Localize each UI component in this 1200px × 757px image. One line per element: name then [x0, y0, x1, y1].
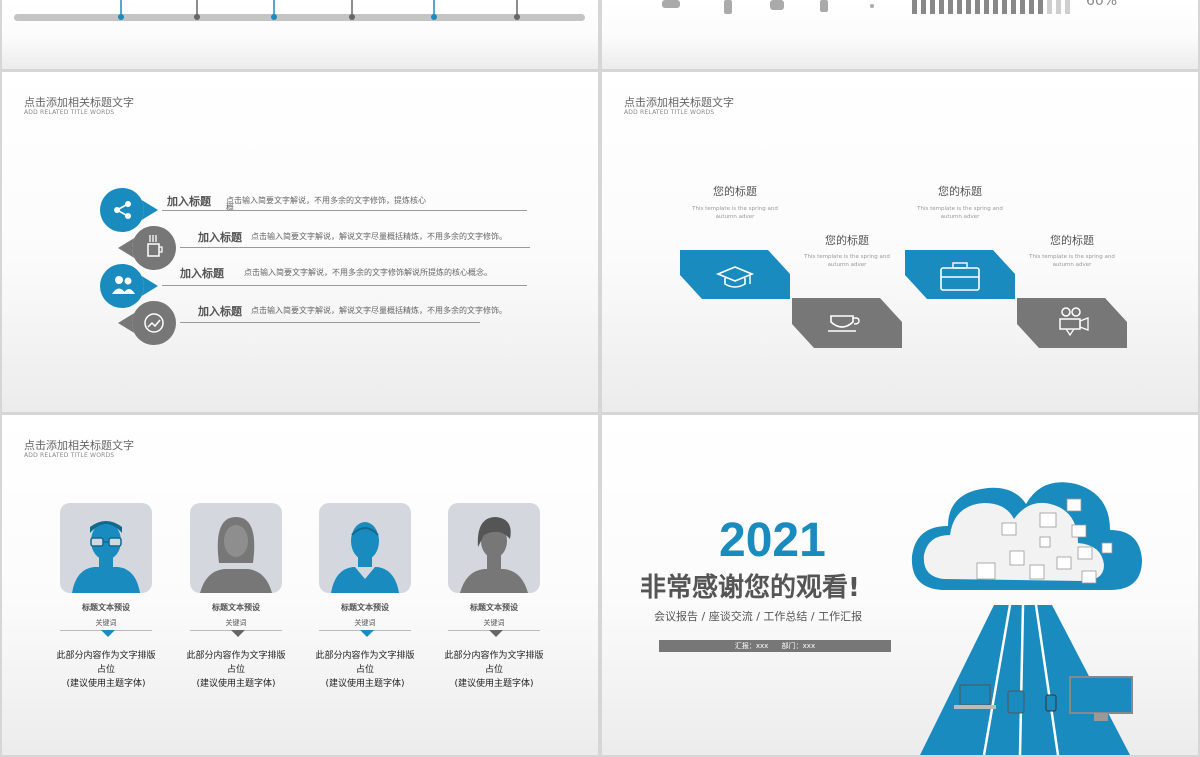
coffee-cup-icon — [792, 298, 902, 348]
avatar-card-1 — [60, 503, 152, 593]
person-1-body-1: 此部分内容作为文字排版 — [56, 651, 156, 661]
person-3-keyword: 关键词 — [354, 619, 376, 627]
projector-icon — [1017, 298, 1127, 348]
person-4-body-1: 此部分内容作为文字排版 — [444, 651, 544, 661]
briefcase-icon — [905, 250, 1015, 299]
chart-icon — [118, 301, 176, 345]
person-1-body-2: 占位 — [96, 665, 115, 675]
reporter-bar: 汇报：xxx 部门：xxx — [659, 640, 891, 652]
avatar-card-3 — [319, 503, 411, 593]
cup-icon — [118, 226, 176, 270]
male-avatar-icon — [331, 522, 399, 593]
person-2-body-2: 占位 — [226, 665, 245, 675]
percent-label: 60% — [1086, 0, 1118, 9]
person-1-keyword: 关键词 — [95, 619, 117, 627]
person-4-chevron-icon — [489, 630, 503, 637]
person-1-body-3: (建议使用主题字体) — [66, 679, 146, 689]
slide-people-chart-partial[interactable]: 60% — [602, 0, 1198, 69]
person-4-body-2: 占位 — [484, 665, 503, 675]
person-3-caption: 标题文本预设 — [341, 603, 389, 612]
person-1-caption: 标题文本预设 — [82, 603, 130, 612]
person-3-body-2: 占位 — [355, 665, 374, 675]
slide-four-items[interactable]: 点击添加相关标题文字 ADD RELATED TITLE WORDS 您的标题 … — [602, 72, 1198, 412]
person-3-body-1: 此部分内容作为文字排版 — [315, 651, 415, 661]
person-1-chevron-icon — [101, 630, 115, 637]
row-3-line — [162, 285, 527, 286]
row-2-title: 加入标题 — [198, 231, 242, 244]
slide-thanks[interactable]: 2021 非常感谢您的观看! 会议报告 / 座谈交流 / 工作总结 / 工作汇报… — [602, 415, 1198, 755]
row-1-desc: 点击输入简要文字解说，不用多余的文字修饰，提炼核心 — [226, 196, 426, 205]
person-2-body-1: 此部分内容作为文字排版 — [186, 651, 286, 661]
row-1-title: 加入标题 — [167, 195, 211, 208]
slide-list-with-icons[interactable]: 点击添加相关标题文字 ADD RELATED TITLE WORDS 加入标题 … — [2, 72, 598, 412]
person-4-body-3: (建议使用主题字体) — [454, 679, 534, 689]
year-label: 2021 — [719, 514, 826, 567]
slide-timeline-partial[interactable] — [2, 0, 598, 69]
person-2-caption: 标题文本预设 — [212, 603, 260, 612]
avatar-card-2 — [190, 503, 282, 593]
row-1-line — [162, 210, 527, 211]
users-icon — [100, 264, 158, 308]
share-icon — [100, 188, 158, 232]
timeline-graphic — [14, 0, 585, 21]
people-chart-graphic — [662, 0, 1070, 14]
female-avatar-icon — [200, 517, 272, 593]
person-2-keyword: 关键词 — [225, 619, 247, 627]
row-2-line — [180, 247, 530, 248]
thanks-heading: 非常感谢您的观看! — [640, 573, 860, 603]
slide-team[interactable]: 点击添加相关标题文字 ADD RELATED TITLE WORDS 标题文本预… — [2, 415, 598, 755]
row-3-desc: 点击输入简要文字解说，不用多余的文字修饰解说所提炼的核心概念。 — [244, 268, 492, 277]
person-3-body-3: (建议使用主题字体) — [325, 679, 405, 689]
row-4-desc: 点击输入简要文字解说，解说文字尽量概括精炼，不用多余的文字修饰。 — [251, 306, 507, 315]
slide-subtitle: ADD RELATED TITLE WORDS — [24, 452, 115, 459]
person-3-chevron-icon — [360, 630, 374, 637]
row-4-line — [180, 322, 480, 323]
male-glasses-avatar-icon — [72, 521, 140, 593]
person-2-body-3: (建议使用主题字体) — [196, 679, 276, 689]
row-2-desc: 点击输入简要文字解说，解说文字尽量概括精炼，不用多余的文字修饰。 — [251, 232, 507, 241]
graduation-cap-icon — [680, 250, 790, 299]
avatar-card-4 — [448, 503, 540, 593]
list-icon-column — [100, 188, 176, 345]
row-1-desc-wrap: 概 — [226, 203, 234, 212]
row-4-title: 加入标题 — [198, 305, 242, 318]
item-shapes — [680, 250, 1127, 348]
tagline: 会议报告 / 座谈交流 / 工作总结 / 工作汇报 — [654, 610, 863, 623]
female-short-hair-avatar-icon — [460, 517, 528, 593]
person-2-chevron-icon — [231, 630, 245, 637]
row-3-title: 加入标题 — [180, 267, 224, 280]
cloud-network-illustration — [911, 482, 1142, 755]
slide-title: 点击添加相关标题文字 — [24, 439, 134, 452]
person-4-keyword: 关键词 — [483, 619, 505, 627]
person-4-caption: 标题文本预设 — [470, 603, 518, 612]
